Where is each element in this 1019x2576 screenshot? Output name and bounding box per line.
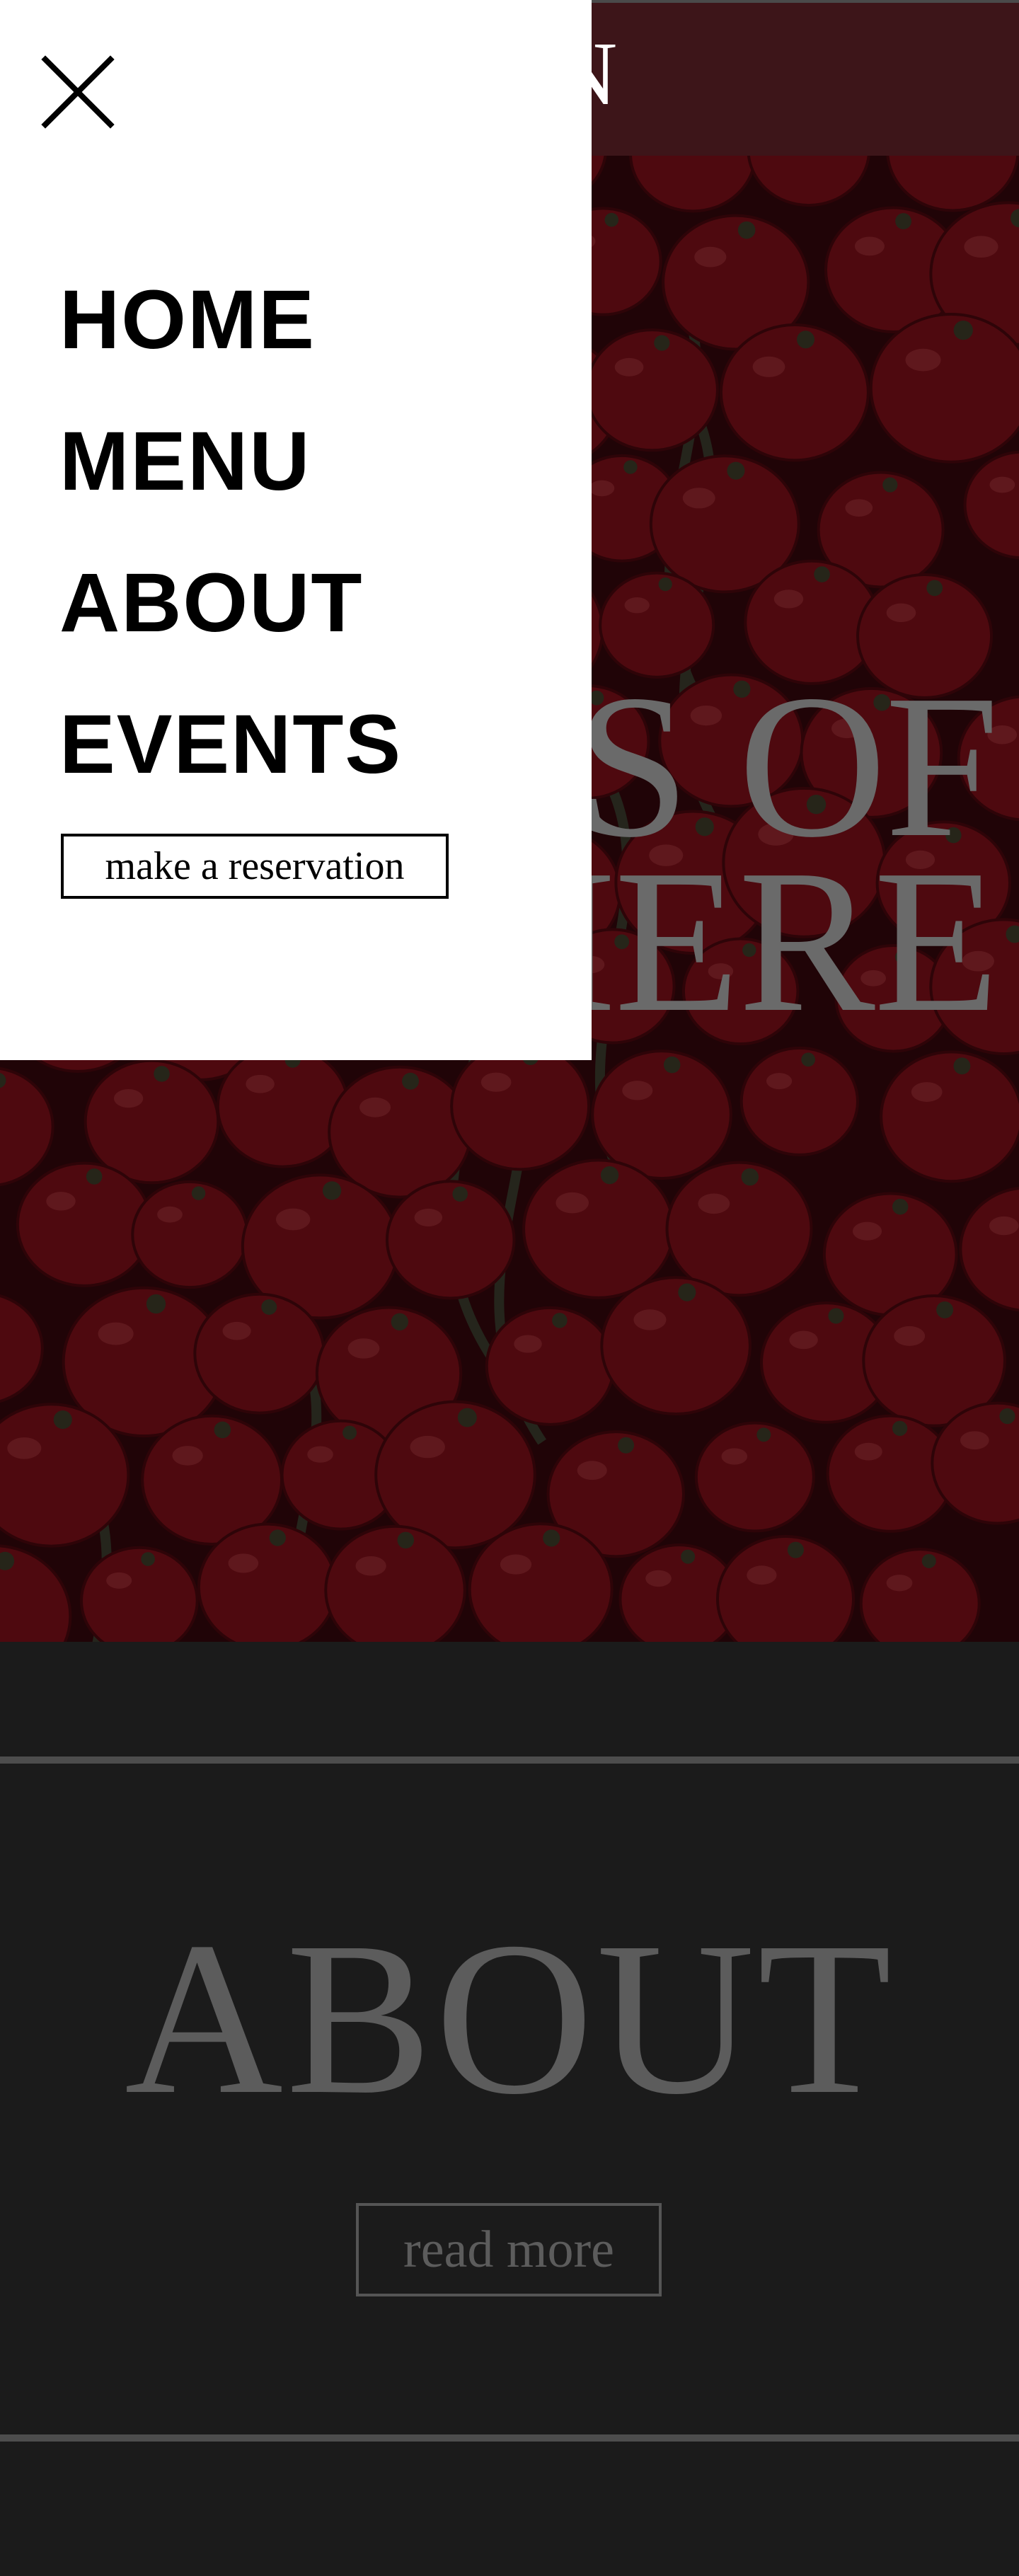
- about-title: ABOUT: [125, 1897, 894, 2140]
- make-reservation-button[interactable]: make a reservation: [61, 834, 449, 899]
- nav-item-events[interactable]: EVENTS: [59, 674, 402, 815]
- about-section: ABOUT read more: [0, 1768, 1019, 2433]
- section-divider-bottom: [0, 2434, 1019, 2442]
- section-divider-top: [0, 1756, 1019, 1764]
- nav-list: HOME MENU ABOUT EVENTS: [59, 249, 402, 815]
- close-icon[interactable]: [41, 55, 115, 129]
- read-more-button[interactable]: read more: [356, 2203, 662, 2296]
- nav-item-about[interactable]: ABOUT: [59, 532, 402, 674]
- nav-item-home[interactable]: HOME: [59, 249, 402, 391]
- nav-menu-panel: HOME MENU ABOUT EVENTS make a reservatio…: [0, 0, 592, 1060]
- nav-item-menu[interactable]: MENU: [59, 391, 402, 532]
